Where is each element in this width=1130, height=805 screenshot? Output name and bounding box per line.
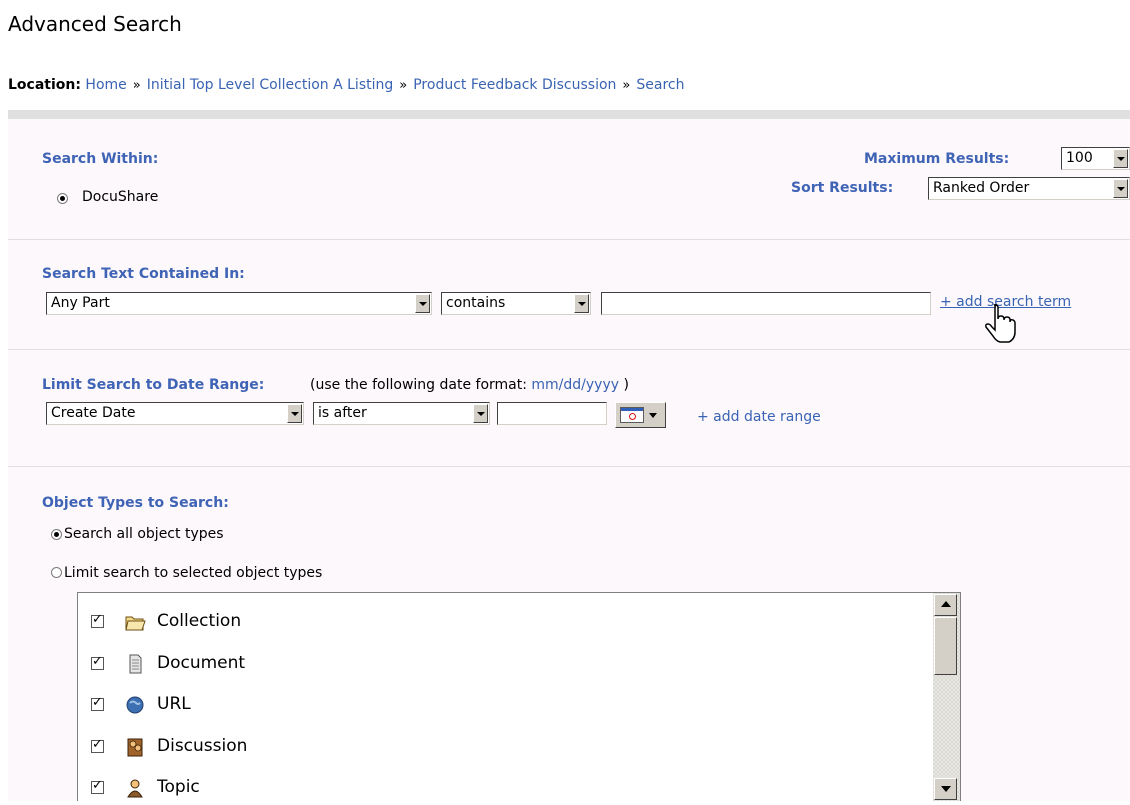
- discussion-label: Discussion: [157, 736, 248, 756]
- document-label: Document: [157, 653, 246, 673]
- collection-label: Collection: [157, 611, 242, 631]
- list-scrollbar[interactable]: [933, 593, 960, 801]
- date-operator-select[interactable]: is after: [313, 402, 490, 425]
- search-operator-select[interactable]: contains: [441, 292, 591, 315]
- search-within-label: Search Within:: [42, 151, 159, 167]
- sort-results-value: Ranked Order: [933, 180, 1030, 196]
- max-results-value: 100: [1066, 150, 1093, 166]
- search-all-types-radio[interactable]: [51, 529, 62, 540]
- docushare-label: DocuShare: [82, 189, 159, 205]
- breadcrumb-separator: »: [132, 78, 141, 93]
- header-rule: [8, 110, 1130, 119]
- breadcrumb-collection[interactable]: Initial Top Level Collection A Listing: [147, 77, 394, 93]
- breadcrumb-separator: »: [622, 78, 631, 93]
- max-results-label: Maximum Results:: [864, 151, 1010, 167]
- calendar-button[interactable]: [615, 402, 666, 428]
- page-title: Advanced Search: [8, 12, 182, 36]
- section-divider: [8, 239, 1130, 240]
- date-field-value: Create Date: [51, 405, 136, 421]
- chevron-down-icon: [649, 413, 657, 418]
- topic-checkbox[interactable]: [91, 778, 104, 794]
- topic-label: Topic: [157, 777, 200, 797]
- breadcrumb-separator: »: [399, 78, 408, 93]
- scroll-up-button[interactable]: [934, 594, 957, 616]
- max-results-select[interactable]: 100: [1061, 147, 1130, 170]
- date-field-select[interactable]: Create Date: [46, 402, 304, 425]
- chevron-down-icon[interactable]: [574, 294, 589, 313]
- object-types-label: Object Types to Search:: [42, 495, 229, 511]
- chevron-down-icon[interactable]: [415, 294, 430, 313]
- hand-cursor-icon: [985, 304, 1016, 343]
- date-range-label: Limit Search to Date Range:: [42, 377, 265, 393]
- limit-types-radio[interactable]: [51, 567, 62, 578]
- date-format-value: mm/dd/yyyy: [531, 377, 620, 393]
- document-checkbox[interactable]: [91, 654, 104, 670]
- discussion-checkbox[interactable]: [91, 737, 104, 753]
- url-label: URL: [157, 694, 191, 714]
- breadcrumb-search[interactable]: Search: [636, 77, 684, 93]
- search-term-input[interactable]: [601, 292, 931, 315]
- section-divider: [8, 349, 1130, 350]
- chevron-down-icon[interactable]: [1113, 149, 1128, 168]
- chevron-down-icon[interactable]: [287, 404, 302, 423]
- calendar-icon: [620, 407, 644, 423]
- object-types-list[interactable]: Collection Document URL Discussion To: [77, 592, 961, 801]
- search-operator-value: contains: [446, 295, 506, 311]
- date-format-hint-suffix: ): [623, 377, 629, 393]
- date-value-input[interactable]: [497, 402, 607, 425]
- section-divider: [8, 466, 1130, 467]
- search-all-types-label: Search all object types: [64, 526, 224, 542]
- discussion-icon: [127, 738, 143, 757]
- scroll-thumb[interactable]: [934, 617, 957, 675]
- search-text-label: Search Text Contained In:: [42, 266, 245, 282]
- breadcrumb-discussion[interactable]: Product Feedback Discussion: [413, 77, 616, 93]
- folder-icon: [125, 616, 146, 631]
- date-format-hint: (use the following date format: mm/dd/yy…: [310, 377, 629, 393]
- scroll-down-button[interactable]: [934, 778, 957, 800]
- globe-icon: [126, 696, 144, 714]
- search-field-select[interactable]: Any Part: [46, 292, 432, 315]
- sort-results-label: Sort Results:: [791, 180, 894, 196]
- docushare-radio[interactable]: [57, 193, 68, 204]
- add-date-range-link[interactable]: + add date range: [697, 409, 821, 425]
- chevron-down-icon[interactable]: [473, 404, 488, 423]
- search-field-value: Any Part: [51, 295, 110, 311]
- chevron-down-icon[interactable]: [1113, 179, 1128, 198]
- collection-checkbox[interactable]: [91, 612, 104, 628]
- date-operator-value: is after: [318, 405, 367, 421]
- location-label: Location:: [8, 77, 81, 93]
- sort-results-select[interactable]: Ranked Order: [928, 177, 1130, 200]
- breadcrumb-home[interactable]: Home: [85, 77, 126, 93]
- url-checkbox[interactable]: [91, 695, 104, 711]
- date-format-hint-prefix: (use the following date format:: [310, 377, 527, 393]
- topic-icon: [127, 779, 143, 798]
- document-icon: [129, 654, 142, 674]
- breadcrumb: Location: Home » Initial Top Level Collect…: [8, 77, 685, 93]
- limit-types-label: Limit search to selected object types: [64, 565, 323, 581]
